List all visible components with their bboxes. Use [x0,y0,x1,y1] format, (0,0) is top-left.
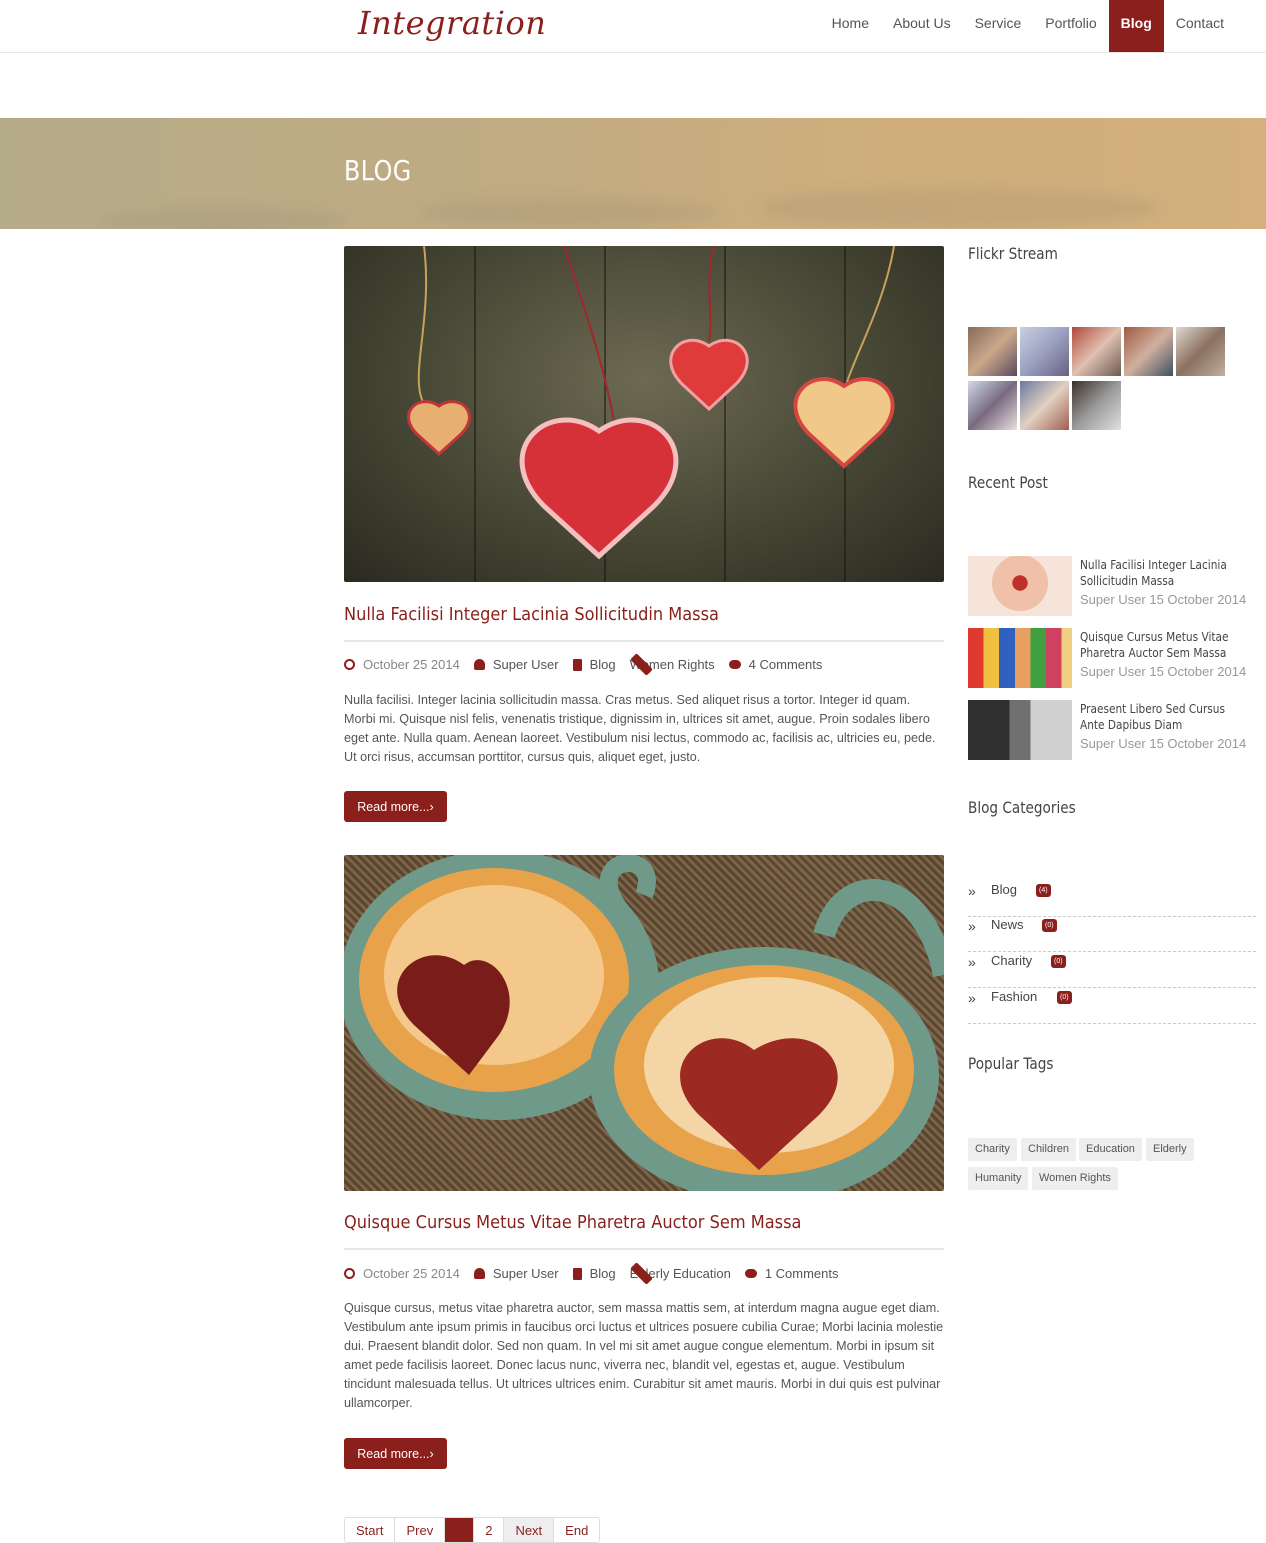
divider [344,1248,944,1250]
category-count: (0) [1057,991,1072,1004]
recent-post-meta: Super User 15 October 2014 [1080,592,1247,607]
user-icon [473,659,485,670]
post-meta: October 25 2014 Super User Blog Elderly … [344,1262,853,1285]
page-start[interactable]: Start [345,1518,396,1542]
categories-heading: Blog Categories [968,798,1076,817]
double-chevron-right-icon: » [968,883,976,899]
tag-humanity[interactable]: Humanity [968,1167,1029,1190]
category-name[interactable]: Fashion [991,989,1037,1004]
recent-heading: Recent Post [968,473,1048,492]
flickr-heading: Flickr Stream [968,244,1058,263]
post-author[interactable]: Super User [493,657,559,672]
recent-post-thumb[interactable] [968,700,1072,760]
post-excerpt: Quisque cursus, metus vitae pharetra auc… [344,1301,944,1410]
post-image-hearts[interactable] [344,246,944,582]
category-count: (0) [1042,919,1057,932]
post-image-coffee[interactable] [344,855,944,1191]
flickr-thumb[interactable] [1124,327,1173,376]
flickr-thumb[interactable] [968,381,1017,430]
nav-home[interactable]: Home [820,0,881,52]
tag-charity[interactable]: Charity [968,1138,1017,1161]
clock-icon [344,659,355,670]
category-item-news[interactable]: » News (0) [968,915,1256,952]
divider [344,640,944,642]
double-chevron-right-icon: » [968,990,976,1006]
post-category[interactable]: Blog [590,1266,616,1281]
folder-icon [572,1267,582,1280]
page-banner: BLOG [0,118,1266,229]
flickr-thumb[interactable] [1020,327,1069,376]
tag-children[interactable]: Children [1021,1138,1076,1161]
main-nav: Home About Us Service Portfolio Blog Con… [820,0,1236,52]
post-excerpt: Nulla facilisi. Integer lacinia sollicit… [344,693,936,764]
nav-contact[interactable]: Contact [1164,0,1236,52]
post-category[interactable]: Blog [590,657,616,672]
category-name[interactable]: Charity [991,953,1032,968]
tag-elderly[interactable]: Elderly [1146,1138,1194,1161]
nav-blog[interactable]: Blog [1108,0,1164,52]
category-item-charity[interactable]: » Charity (0) [968,951,1256,988]
double-chevron-right-icon: » [968,918,976,934]
nav-about[interactable]: About Us [881,0,963,52]
post-date: October 25 2014 [363,1266,460,1281]
site-logo[interactable]: Integration [358,4,546,42]
read-more-button[interactable]: Read more...› [344,1438,447,1469]
category-item-fashion[interactable]: » Fashion (0) [968,987,1256,1024]
flickr-thumb[interactable] [1020,381,1069,430]
page-next[interactable]: Next [504,1518,555,1542]
nav-portfolio[interactable]: Portfolio [1033,0,1108,52]
post-comments[interactable]: 1 Comments [765,1266,839,1281]
double-chevron-right-icon: » [968,954,976,970]
page-prev[interactable]: Prev [395,1518,446,1542]
tag-education[interactable]: Education [1079,1138,1142,1161]
recent-post-meta: Super User 15 October 2014 [1080,736,1247,751]
nav-service[interactable]: Service [963,0,1034,52]
post-comments[interactable]: 4 Comments [749,657,823,672]
flickr-thumb[interactable] [1072,381,1121,430]
header: Integration Home About Us Service Portfo… [0,0,1266,53]
clock-icon [344,1268,355,1279]
comments-icon [744,1269,757,1278]
comments-icon [728,660,741,669]
category-name[interactable]: Blog [991,882,1017,897]
page-current [445,1518,475,1542]
category-item-blog[interactable]: » Blog (4) [968,880,1256,917]
category-count: (0) [1051,955,1066,968]
folder-icon [572,658,582,671]
category-count: (4) [1036,884,1051,897]
tag-women-rights[interactable]: Women Rights [1032,1167,1118,1190]
recent-post-meta: Super User 15 October 2014 [1080,664,1247,679]
post-title[interactable]: Quisque Cursus Metus Vitae Pharetra Auct… [344,1212,801,1233]
post-author[interactable]: Super User [493,1266,559,1281]
flickr-thumb[interactable] [968,327,1017,376]
recent-post-thumb[interactable] [968,556,1072,616]
category-name[interactable]: News [991,917,1024,932]
read-more-button[interactable]: Read more...› [344,791,447,822]
post-title[interactable]: Nulla Facilisi Integer Lacinia Sollicitu… [344,604,719,625]
post-date: October 25 2014 [363,657,460,672]
recent-post-title[interactable]: Praesent Libero Sed Cursus Ante Dapibus … [1080,701,1238,733]
recent-post-thumb[interactable] [968,628,1072,688]
page-title: BLOG [344,154,412,187]
recent-post-title[interactable]: Nulla Facilisi Integer Lacinia Sollicitu… [1080,557,1238,589]
page-end[interactable]: End [554,1518,600,1542]
recent-post-title[interactable]: Quisque Cursus Metus Vitae Pharetra Auct… [1080,629,1238,661]
page-2[interactable]: 2 [474,1518,505,1542]
post-meta: October 25 2014 Super User Blog Women Ri… [344,653,836,676]
pagination: Start Prev 2 Next End [344,1517,601,1543]
user-icon [473,1268,485,1279]
flickr-thumb[interactable] [1176,327,1225,376]
flickr-thumb[interactable] [1072,327,1121,376]
tags-heading: Popular Tags [968,1054,1054,1073]
